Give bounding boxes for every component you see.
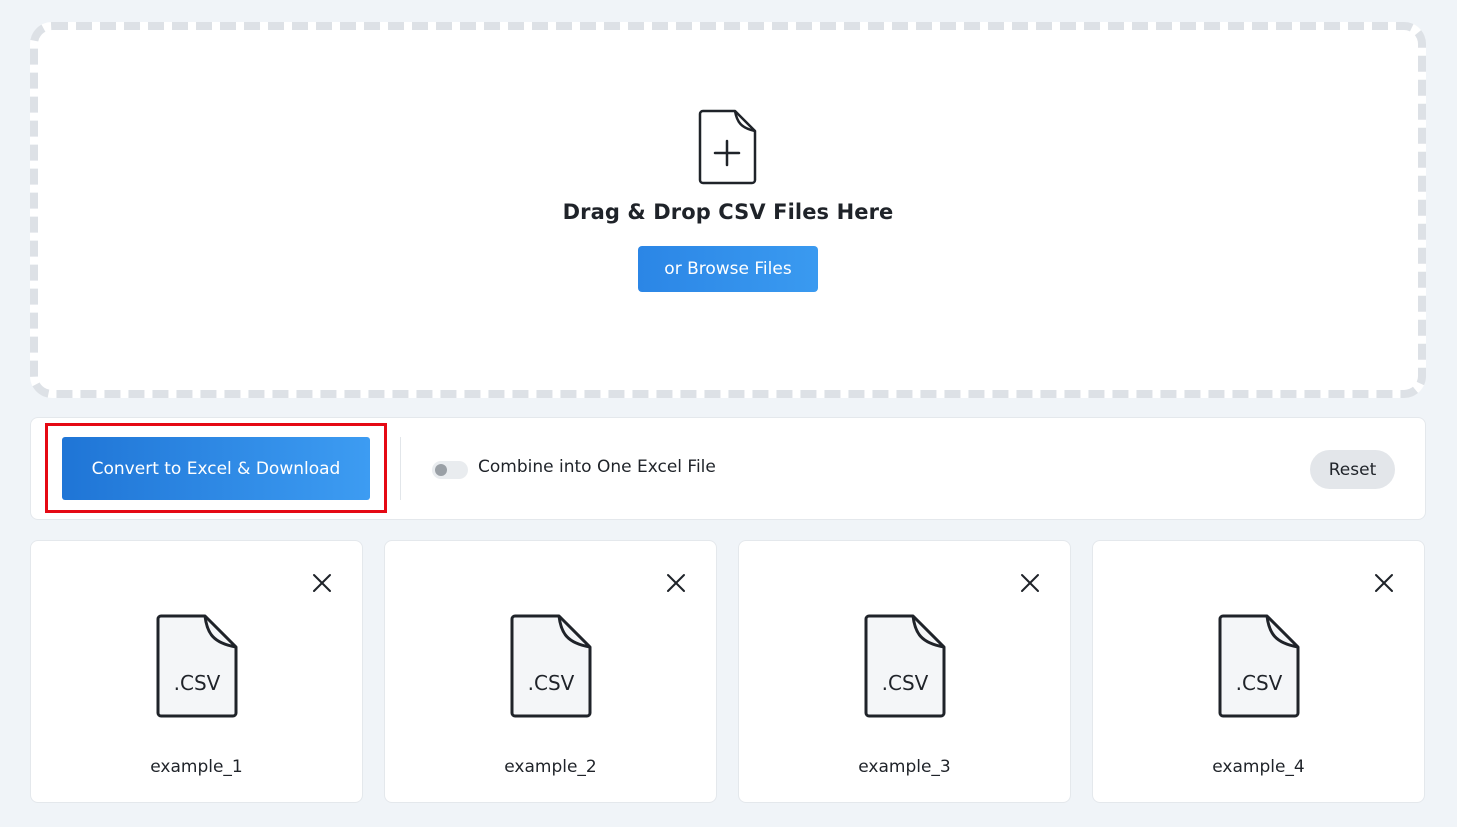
close-icon	[313, 574, 331, 592]
page: Drag & Drop CSV Files Here or Browse Fil…	[0, 0, 1457, 827]
close-icon	[1375, 574, 1393, 592]
file-card: .CSV example_1	[30, 540, 363, 803]
action-toolbar: Convert to Excel & Download Combine into…	[30, 417, 1426, 520]
drop-zone[interactable]: Drag & Drop CSV Files Here or Browse Fil…	[30, 22, 1426, 398]
file-plus-icon	[698, 109, 757, 185]
convert-download-button[interactable]: Convert to Excel & Download	[62, 437, 370, 500]
file-name: example_4	[1212, 757, 1305, 777]
file-extension-label: .CSV	[173, 671, 221, 695]
remove-file-button[interactable]	[310, 571, 334, 595]
remove-file-button[interactable]	[664, 571, 688, 595]
file-list: .CSV example_1 .CSV example_2 .CSV examp…	[30, 540, 1426, 803]
toolbar-divider	[400, 437, 401, 500]
browse-files-button[interactable]: or Browse Files	[638, 246, 818, 292]
file-card: .CSV example_3	[738, 540, 1071, 803]
file-extension-label: .CSV	[1235, 671, 1283, 695]
file-extension-label: .CSV	[527, 671, 575, 695]
csv-file-icon: .CSV	[509, 613, 593, 719]
remove-file-button[interactable]	[1372, 571, 1396, 595]
combine-label: Combine into One Excel File	[478, 457, 716, 477]
csv-file-icon: .CSV	[155, 613, 239, 719]
drop-title: Drag & Drop CSV Files Here	[562, 200, 894, 224]
file-name: example_1	[150, 757, 243, 777]
toggle-knob	[435, 464, 447, 476]
file-card: .CSV example_2	[384, 540, 717, 803]
csv-file-icon: .CSV	[1217, 613, 1301, 719]
reset-button[interactable]: Reset	[1310, 450, 1395, 489]
file-name: example_2	[504, 757, 597, 777]
close-icon	[1021, 574, 1039, 592]
file-extension-label: .CSV	[881, 671, 929, 695]
file-name: example_3	[858, 757, 951, 777]
file-card: .CSV example_4	[1092, 540, 1425, 803]
combine-toggle[interactable]	[432, 461, 468, 479]
remove-file-button[interactable]	[1018, 571, 1042, 595]
close-icon	[667, 574, 685, 592]
csv-file-icon: .CSV	[863, 613, 947, 719]
